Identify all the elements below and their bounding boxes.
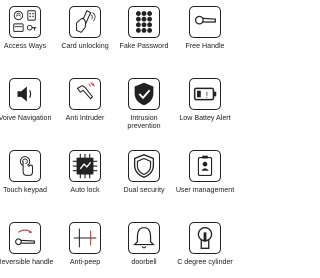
speaker-icon (9, 78, 41, 110)
feature-label: doorbell (131, 258, 157, 266)
battery-icon: ! (189, 78, 221, 110)
anti-peep-icon (69, 222, 101, 254)
handle-icon (189, 6, 221, 38)
feature-label: Anti-peep (69, 258, 101, 266)
feature-label: Reversible handle (0, 258, 54, 266)
feature-label: Access Ways (3, 42, 47, 50)
feature-label: Free Handle (185, 42, 225, 50)
keypad-icon (128, 6, 160, 38)
reversible-icon (9, 222, 41, 254)
intruder-icon (69, 78, 101, 110)
feature-label: Card unlocking (61, 42, 109, 50)
card-icon (69, 6, 101, 38)
feature-label: User management (175, 186, 235, 194)
cylinder-icon (189, 222, 221, 254)
chip-icon (69, 150, 101, 182)
feature-label: Auto lock (70, 186, 100, 194)
feature-label: Touch keypad (3, 186, 47, 194)
bell-icon (128, 222, 160, 254)
touch-icon (9, 150, 41, 182)
dual-shield-icon (128, 150, 160, 182)
access-ways-icon (9, 6, 41, 38)
feature-label: Fake Password (119, 42, 169, 50)
feature-label: Low Battey Alert (179, 114, 231, 122)
feature-label: Intrusion prevention (127, 114, 161, 131)
feature-label: C degree cylinder (177, 258, 233, 266)
feature-label: Voive Navigation (0, 114, 52, 122)
feature-label: Anti Intruder (65, 114, 105, 122)
feature-label: Dual security (123, 186, 165, 194)
shield-check-icon (128, 78, 160, 110)
user-badge-icon (189, 150, 221, 182)
svg-text:!: ! (206, 90, 208, 100)
